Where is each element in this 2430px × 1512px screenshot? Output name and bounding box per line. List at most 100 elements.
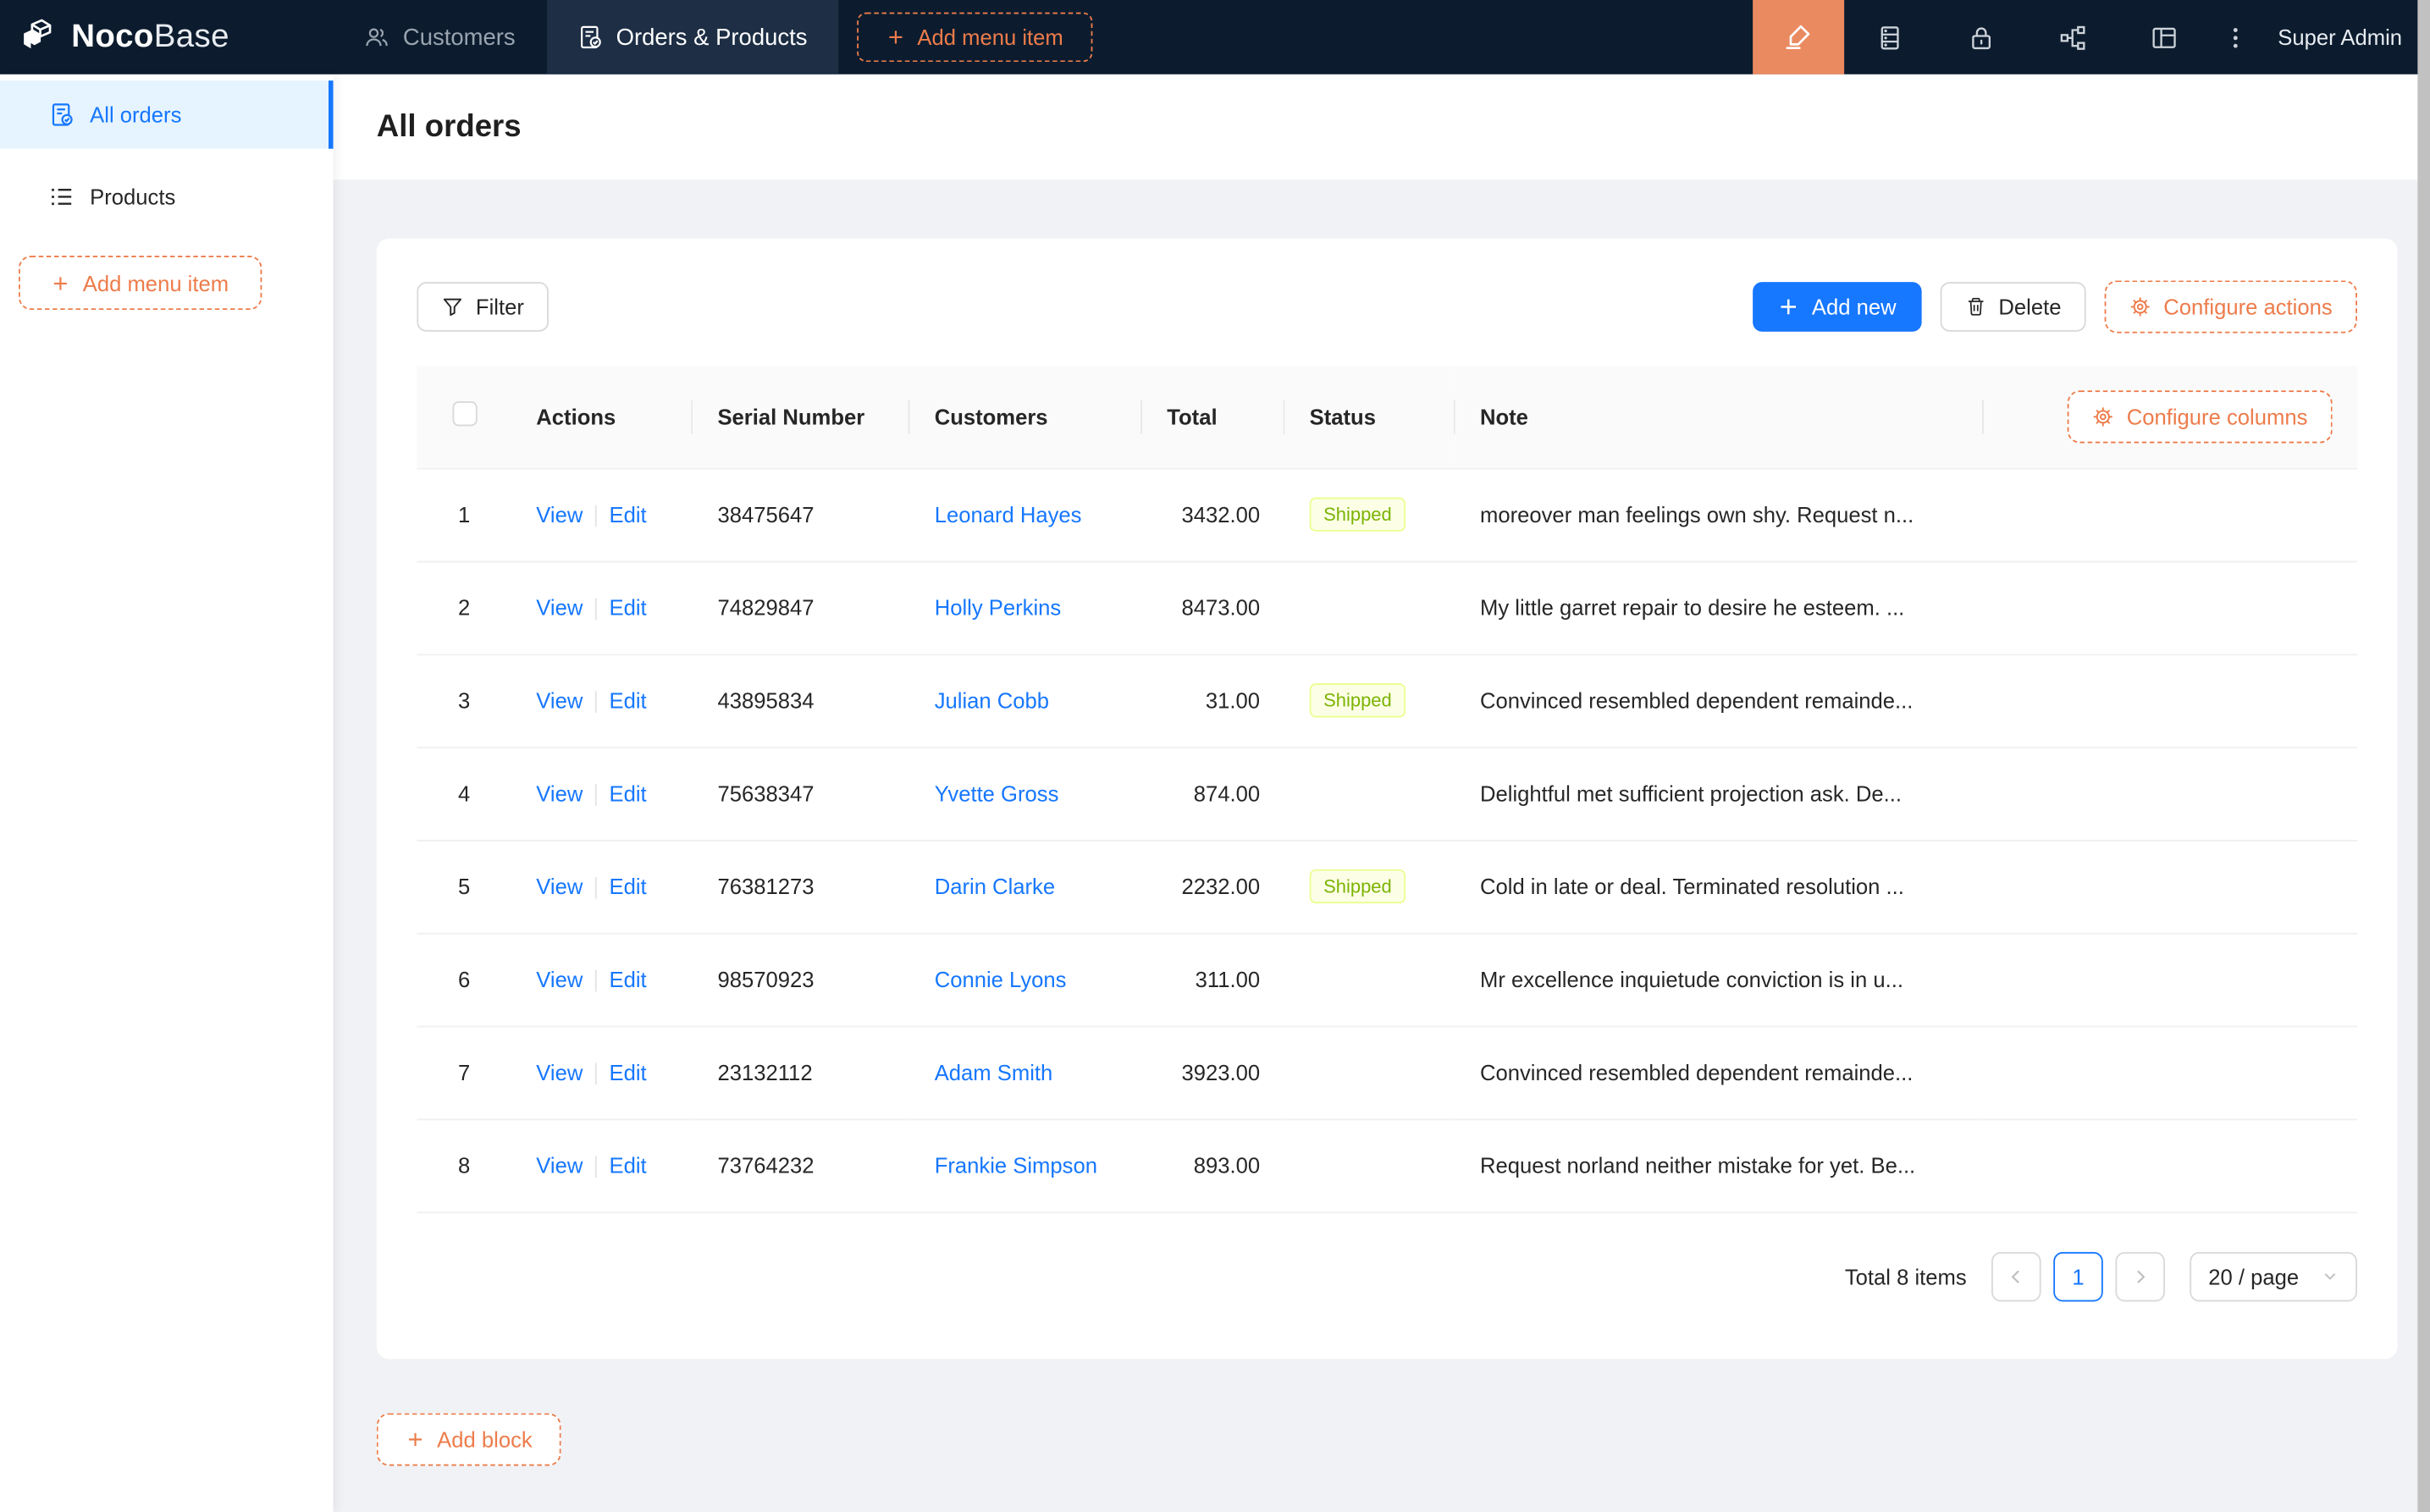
sidebar-item-all-orders[interactable]: All orders [0, 80, 334, 149]
trash-icon [1964, 296, 1986, 318]
page-size-value: 20 / page [2208, 1264, 2299, 1289]
column-header-customers: Customers [909, 366, 1142, 468]
total-cell: 31.00 [1142, 654, 1284, 747]
note-cell: Convinced resembled dependent remainde..… [1455, 1026, 1984, 1119]
edit-link[interactable]: Edit [610, 595, 647, 620]
note-cell: moreover man feelings own shy. Request n… [1455, 468, 1984, 561]
customer-link[interactable]: Adam Smith [935, 1060, 1053, 1084]
view-link[interactable]: View [536, 1060, 583, 1084]
edit-link[interactable]: Edit [610, 1060, 647, 1084]
table-row: 5 ViewEdit 76381273 Darin Clarke 2232.00… [417, 840, 2357, 933]
sidebar-item-products[interactable]: Products [0, 163, 334, 231]
page-1-button[interactable]: 1 [2053, 1251, 2103, 1301]
view-link[interactable]: View [536, 687, 583, 712]
filter-button[interactable]: Filter [417, 282, 549, 332]
table-toolbar: Filter Add new Delete [417, 280, 2357, 333]
serial-number-cell: 75638347 [693, 747, 909, 840]
view-link[interactable]: View [536, 967, 583, 991]
database-icon [1876, 24, 1903, 50]
column-header-note: Note [1455, 366, 1984, 468]
status-cell [1284, 747, 1455, 840]
prev-page-button[interactable] [1991, 1251, 2041, 1301]
users-icon [364, 25, 389, 49]
note-cell: Mr excellence inquietude conviction is i… [1455, 933, 1984, 1026]
ui-editor-button[interactable] [1753, 0, 1844, 74]
customer-link[interactable]: Holly Perkins [935, 595, 1062, 620]
note-cell: Delightful met sufficient projection ask… [1455, 747, 1984, 840]
delete-button[interactable]: Delete [1940, 282, 2086, 332]
customer-link[interactable]: Connie Lyons [935, 967, 1067, 991]
customer-link[interactable]: Frankie Simpson [935, 1153, 1097, 1178]
customer-cell: Darin Clarke [909, 840, 1142, 933]
action-divider [595, 784, 597, 806]
access-control-button[interactable] [1936, 0, 2027, 74]
add-menu-item-button-top[interactable]: Add menu item [857, 13, 1093, 63]
customer-link[interactable]: Julian Cobb [935, 688, 1049, 713]
edit-link[interactable]: Edit [610, 874, 647, 898]
nav-tab-orders-products[interactable]: Orders & Products [546, 0, 838, 74]
sidebar-item-label: All orders [90, 102, 181, 127]
filter-label: Filter [476, 295, 524, 319]
customer-link[interactable]: Leonard Hayes [935, 502, 1082, 527]
edit-link[interactable]: Edit [610, 502, 647, 527]
edit-link[interactable]: Edit [610, 967, 647, 991]
actions-cell: View Edit [511, 747, 693, 840]
highlighter-icon [1784, 23, 1812, 51]
plugin-manager-button[interactable] [2118, 0, 2210, 74]
add-block-label: Add block [437, 1426, 533, 1451]
customer-cell: Holly Perkins [909, 561, 1142, 654]
pagination: Total 8 items 1 20 / page [417, 1251, 2357, 1301]
view-link[interactable]: View [536, 1152, 583, 1177]
serial-number-cell: 98570923 [693, 933, 909, 1026]
add-menu-item-button-sidebar[interactable]: Add menu item [19, 256, 262, 310]
column-header-actions: Actions [511, 366, 693, 468]
add-block-button[interactable]: Add block [377, 1412, 562, 1465]
customer-link[interactable]: Darin Clarke [935, 874, 1055, 898]
note-cell: Convinced resembled dependent remainde..… [1455, 654, 1984, 747]
customer-cell: Adam Smith [909, 1026, 1142, 1119]
row-index: 8 [417, 1119, 511, 1212]
status-cell [1284, 1119, 1455, 1212]
column-header-total: Total [1142, 366, 1284, 468]
view-link[interactable]: View [536, 595, 583, 620]
nav-tab-customers[interactable]: Customers [334, 0, 547, 74]
edit-link[interactable]: Edit [610, 781, 647, 805]
workflow-button[interactable] [2027, 0, 2118, 74]
actions-cell: View Edit [511, 1026, 693, 1119]
view-link[interactable]: View [536, 502, 583, 527]
serial-number-cell: 23132112 [693, 1026, 909, 1119]
customer-cell: Yvette Gross [909, 747, 1142, 840]
view-link[interactable]: View [536, 781, 583, 805]
chevron-left-icon [2007, 1266, 2025, 1285]
total-cell: 874.00 [1142, 747, 1284, 840]
add-new-button[interactable]: Add new [1753, 282, 1921, 332]
action-divider [595, 970, 597, 992]
nav-tab-label: Orders & Products [616, 24, 808, 50]
view-link[interactable]: View [536, 874, 583, 898]
app: NocoBase Customers Orders & [0, 0, 2430, 1512]
scrollbar[interactable] [2417, 0, 2430, 1512]
page-size-select[interactable]: 20 / page [2190, 1251, 2357, 1301]
configure-columns-button[interactable]: Configure columns [2068, 390, 2333, 443]
orders-table-block: Filter Add new Delete [377, 239, 2398, 1358]
empty-cell [1984, 747, 2357, 840]
edit-link[interactable]: Edit [610, 687, 647, 712]
more-menu-button[interactable] [2210, 0, 2262, 74]
top-right-actions: Super Admin [1753, 0, 2430, 74]
user-name[interactable]: Super Admin [2278, 25, 2402, 49]
column-header-serial: Serial Number [693, 366, 909, 468]
workflow-icon [2059, 24, 2085, 50]
status-cell [1284, 561, 1455, 654]
top-menu: Customers Orders & Products Add menu ite… [334, 0, 1093, 74]
next-page-button[interactable] [2115, 1251, 2165, 1301]
customer-link[interactable]: Yvette Gross [935, 781, 1059, 805]
configure-actions-button[interactable]: Configure actions [2105, 280, 2357, 333]
action-divider [595, 505, 597, 527]
status-badge: Shipped [1310, 869, 1406, 903]
edit-link[interactable]: Edit [610, 1152, 647, 1177]
order-doc-icon [50, 102, 75, 127]
note-cell: Request norland neither mistake for yet.… [1455, 1119, 1984, 1212]
logo-text-light: Base [154, 19, 229, 54]
select-all-checkbox[interactable] [452, 402, 477, 427]
data-sources-button[interactable] [1844, 0, 1936, 74]
